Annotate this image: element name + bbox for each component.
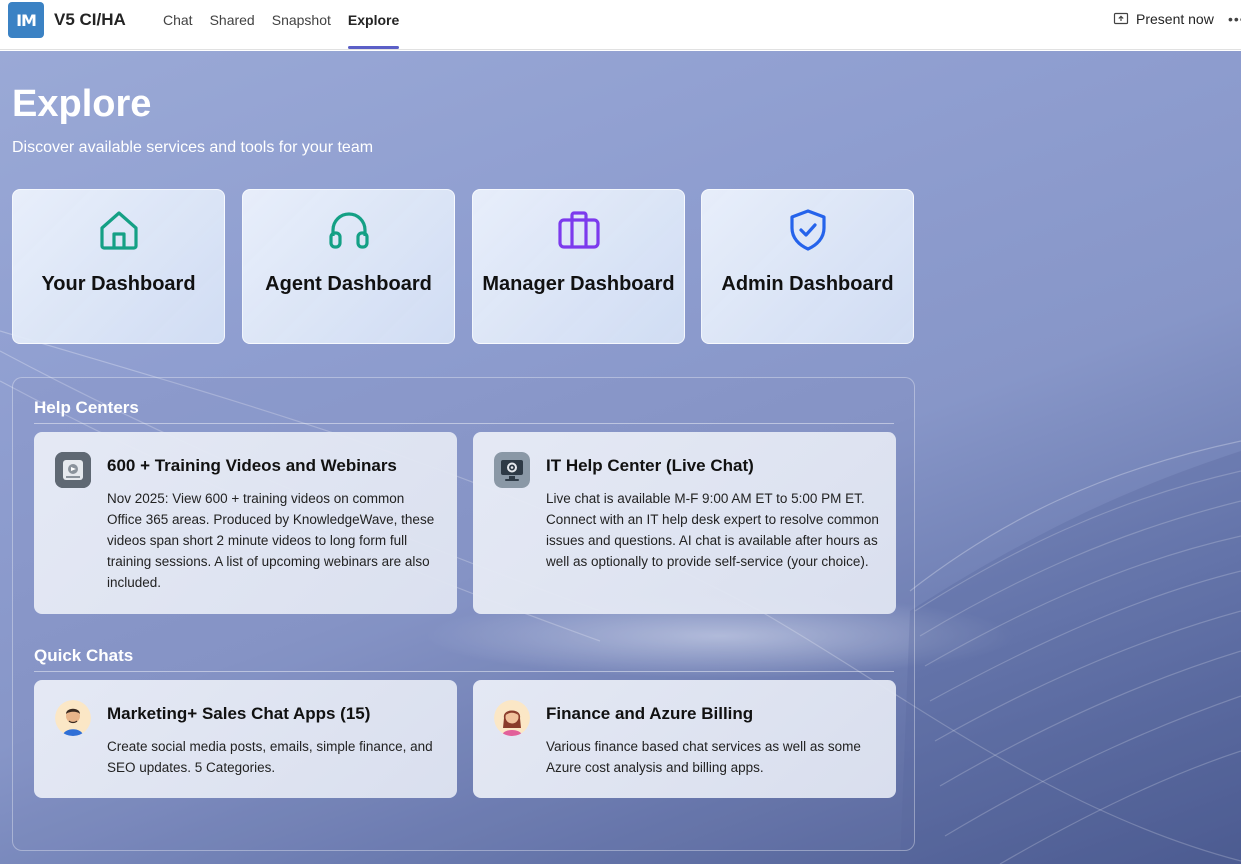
page-subtitle: Discover available services and tools fo… xyxy=(12,139,374,156)
app-title: V5 CI/HA xyxy=(54,10,126,29)
tab-chat[interactable]: Chat xyxy=(163,0,193,50)
help-centers-heading: Help Centers xyxy=(34,398,139,417)
tab-explore[interactable]: Explore xyxy=(347,0,400,50)
home-icon xyxy=(99,211,138,250)
top-bar: IM V5 CI/HA Chat Shared Snapshot Explore… xyxy=(0,0,1241,50)
marketing-sales-title: Marketing+ Sales Chat Apps (15) xyxy=(107,704,371,723)
admin-dashboard-label: Admin Dashboard xyxy=(721,273,894,295)
share-screen-icon xyxy=(1113,12,1129,25)
tab-snapshot[interactable]: Snapshot xyxy=(272,0,331,50)
more-options-icon[interactable]: ••• xyxy=(1228,11,1241,27)
finance-azure-card[interactable]: Finance and Azure Billing Various financ… xyxy=(473,680,896,798)
woman-avatar-icon xyxy=(494,700,530,736)
training-videos-title: 600 + Training Videos and Webinars xyxy=(107,456,397,475)
marketing-sales-card[interactable]: Marketing+ Sales Chat Apps (15) Create s… xyxy=(34,680,457,798)
tab-shared[interactable]: Shared xyxy=(210,0,255,50)
headset-icon xyxy=(328,212,369,249)
training-videos-description: Nov 2025: View 600 + training videos on … xyxy=(107,491,435,590)
quick-chats-heading: Quick Chats xyxy=(34,646,134,665)
present-now-button[interactable]: Present now xyxy=(1113,11,1214,27)
app-logo[interactable]: IM xyxy=(8,2,44,38)
shield-check-icon xyxy=(789,209,826,251)
training-video-icon xyxy=(55,452,91,488)
briefcase-icon xyxy=(557,211,600,249)
training-videos-card[interactable]: 600 + Training Videos and Webinars Nov 2… xyxy=(34,432,457,614)
manager-dashboard-card[interactable]: Manager Dashboard xyxy=(472,189,685,344)
monitor-gear-icon xyxy=(494,452,530,488)
tab-bar: Chat Shared Snapshot Explore xyxy=(163,0,416,50)
manager-dashboard-label: Manager Dashboard xyxy=(482,273,675,295)
agent-dashboard-label: Agent Dashboard xyxy=(265,273,432,295)
your-dashboard-card[interactable]: Your Dashboard xyxy=(12,189,225,344)
finance-azure-description: Various finance based chat services as w… xyxy=(546,739,861,775)
it-help-center-title: IT Help Center (Live Chat) xyxy=(546,456,754,475)
agent-dashboard-card[interactable]: Agent Dashboard xyxy=(242,189,455,344)
admin-dashboard-card[interactable]: Admin Dashboard xyxy=(701,189,914,344)
page-title: Explore xyxy=(12,83,152,125)
it-help-center-description: Live chat is available M-F 9:00 AM ET to… xyxy=(546,491,879,569)
man-avatar-icon xyxy=(55,700,91,736)
services-panel: Help Centers 600 + Training Videos and W… xyxy=(12,377,915,851)
present-now-label: Present now xyxy=(1136,11,1214,27)
marketing-sales-description: Create social media posts, emails, simpl… xyxy=(107,739,433,775)
quick-chats-divider xyxy=(34,671,894,672)
finance-azure-title: Finance and Azure Billing xyxy=(546,704,754,723)
it-help-center-card[interactable]: IT Help Center (Live Chat) Live chat is … xyxy=(473,432,896,614)
your-dashboard-label: Your Dashboard xyxy=(41,273,196,295)
help-centers-divider xyxy=(34,423,894,424)
explore-page: Explore Discover available services and … xyxy=(0,51,1241,864)
